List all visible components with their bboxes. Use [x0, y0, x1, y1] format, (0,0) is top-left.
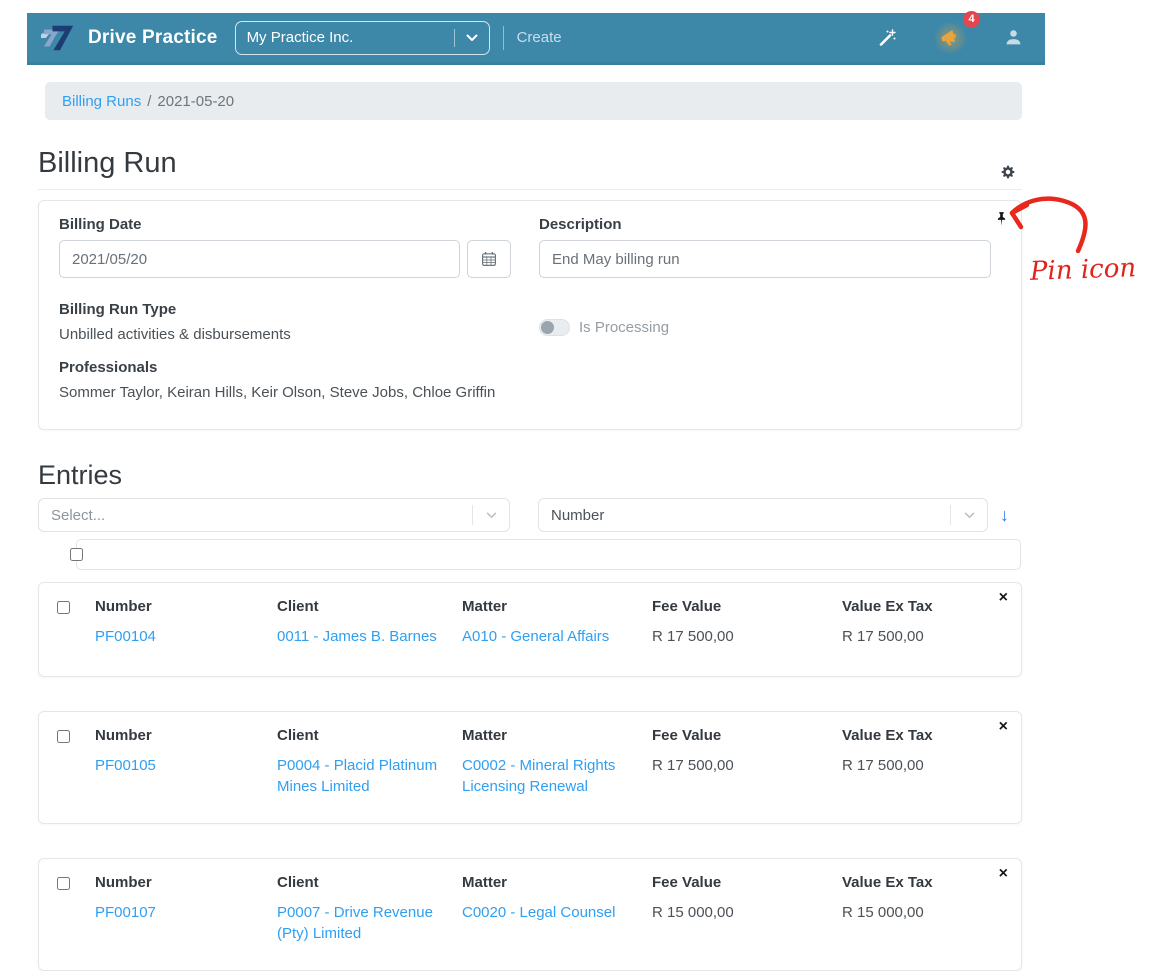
megaphone-icon	[933, 21, 968, 54]
remove-entry-icon[interactable]: ×	[999, 866, 1008, 882]
user-menu-button[interactable]	[1004, 28, 1023, 47]
entry-fee-value: R 17 500,00	[652, 628, 734, 645]
chevron-down-icon	[455, 34, 489, 42]
row-checkbox[interactable]	[57, 877, 70, 890]
entry-number-link[interactable]: PF00105	[95, 755, 259, 776]
column-header-client: Client	[277, 874, 319, 891]
practice-selector-value: My Practice Inc.	[246, 29, 354, 46]
billing-run-type-value: Unbilled activities & disbursements	[59, 326, 291, 343]
entry-number-link[interactable]: PF00104	[95, 626, 259, 647]
entry-fee-value: R 17 500,00	[652, 757, 734, 774]
entry-client-link[interactable]: P0004 - Placid Platinum Mines Limited	[277, 755, 444, 797]
calendar-icon[interactable]	[467, 240, 511, 278]
professionals-label: Professionals	[59, 359, 158, 376]
sort-direction-icon[interactable]: ↓	[1000, 506, 1009, 524]
announcements-button[interactable]: 4	[933, 10, 980, 54]
billing-date-input[interactable]	[59, 240, 460, 278]
row-checkbox[interactable]	[57, 730, 70, 743]
entries-search-input[interactable]	[76, 539, 1021, 570]
drive-practice-logo-icon	[39, 22, 79, 54]
remove-entry-icon[interactable]: ×	[999, 590, 1008, 606]
column-header-fee-value: Fee Value	[652, 598, 722, 615]
billing-run-type-label: Billing Run Type	[59, 301, 177, 318]
entry-fee-value: R 15 000,00	[652, 904, 734, 921]
entry-matter-link[interactable]: A010 - General Affairs	[462, 626, 634, 647]
chevron-down-icon	[473, 512, 509, 519]
select-all-checkbox[interactable]	[70, 548, 83, 561]
remove-entry-icon[interactable]: ×	[999, 719, 1008, 735]
create-button[interactable]: Create	[517, 29, 562, 46]
column-header-number: Number	[95, 874, 152, 891]
column-header-value-ex-tax: Value Ex Tax	[842, 727, 933, 744]
entry-value-ex-tax: R 17 500,00	[842, 757, 924, 774]
page-title: Billing Run	[38, 147, 177, 179]
column-header-value-ex-tax: Value Ex Tax	[842, 874, 933, 891]
top-navbar: Drive Practice My Practice Inc. Create 4	[27, 10, 1045, 65]
column-header-matter: Matter	[462, 598, 508, 615]
is-processing-label: Is Processing	[579, 319, 670, 336]
entry-card-pf00107: Number PF00107 Client P0007 - Drive Reve…	[38, 858, 1022, 971]
pin-icon[interactable]	[996, 211, 1007, 228]
entries-title: Entries	[38, 460, 123, 490]
chevron-down-icon	[951, 512, 987, 519]
is-processing-toggle[interactable]	[539, 319, 570, 336]
column-header-fee-value: Fee Value	[652, 727, 722, 744]
breadcrumb-current: 2021-05-20	[157, 92, 235, 110]
entry-value-ex-tax: R 17 500,00	[842, 628, 924, 645]
entry-matter-link[interactable]: C0002 - Mineral Rights Licensing Renewal	[462, 755, 634, 797]
entry-card-pf00105: Number PF00105 Client P0004 - Placid Pla…	[38, 711, 1022, 824]
notification-badge: 4	[963, 10, 980, 28]
breadcrumb-billing-runs-link[interactable]: Billing Runs	[62, 93, 141, 110]
column-header-number: Number	[95, 727, 152, 744]
entry-client-link[interactable]: P0007 - Drive Revenue (Pty) Limited	[277, 902, 444, 944]
professionals-value: Sommer Taylor, Keiran Hills, Keir Olson,…	[59, 384, 496, 401]
column-header-matter: Matter	[462, 874, 508, 891]
practice-selector[interactable]: My Practice Inc.	[234, 20, 490, 55]
description-input[interactable]	[539, 240, 991, 278]
filter-select-placeholder: Select...	[51, 506, 106, 524]
entry-card-pf00104: Number PF00104 Client 0011 - James B. Ba…	[38, 582, 1022, 677]
magic-wand-icon	[877, 28, 897, 48]
row-checkbox[interactable]	[57, 601, 70, 614]
entry-value-ex-tax: R 15 000,00	[842, 904, 924, 921]
column-header-value-ex-tax: Value Ex Tax	[842, 598, 933, 615]
billing-run-card: Billing Date 2021/05/20 Description End …	[38, 200, 1022, 430]
user-icon	[1004, 28, 1023, 47]
toggle-knob	[541, 321, 554, 334]
column-header-client: Client	[277, 727, 319, 744]
magic-wand-button[interactable]	[877, 28, 897, 48]
billing-date-label: Billing Date	[59, 216, 142, 233]
pin-annotation: Pin icon	[1002, 185, 1160, 303]
breadcrumb-separator: /	[147, 92, 152, 110]
entries-filter-select[interactable]: Select...	[38, 498, 510, 532]
annotation-arrow-icon	[1009, 196, 1088, 254]
column-header-number: Number	[95, 598, 152, 615]
column-header-client: Client	[277, 598, 319, 615]
sort-field-select[interactable]: Number	[538, 498, 988, 532]
entry-matter-link[interactable]: C0020 - Legal Counsel	[462, 902, 634, 923]
brand: Drive Practice	[39, 22, 218, 54]
annotation-text: Pin icon	[1029, 253, 1137, 287]
divider	[502, 25, 504, 50]
breadcrumb: Billing Runs / 2021-05-20	[45, 82, 1022, 120]
description-label: Description	[539, 216, 622, 233]
sort-field-value: Number	[551, 506, 605, 524]
settings-gear-icon[interactable]	[1000, 164, 1016, 180]
entry-client-link[interactable]: 0011 - James B. Barnes	[277, 626, 444, 647]
brand-name: Drive Practice	[88, 26, 218, 48]
entry-number-link[interactable]: PF00107	[95, 902, 259, 923]
column-header-matter: Matter	[462, 727, 508, 744]
column-header-fee-value: Fee Value	[652, 874, 722, 891]
